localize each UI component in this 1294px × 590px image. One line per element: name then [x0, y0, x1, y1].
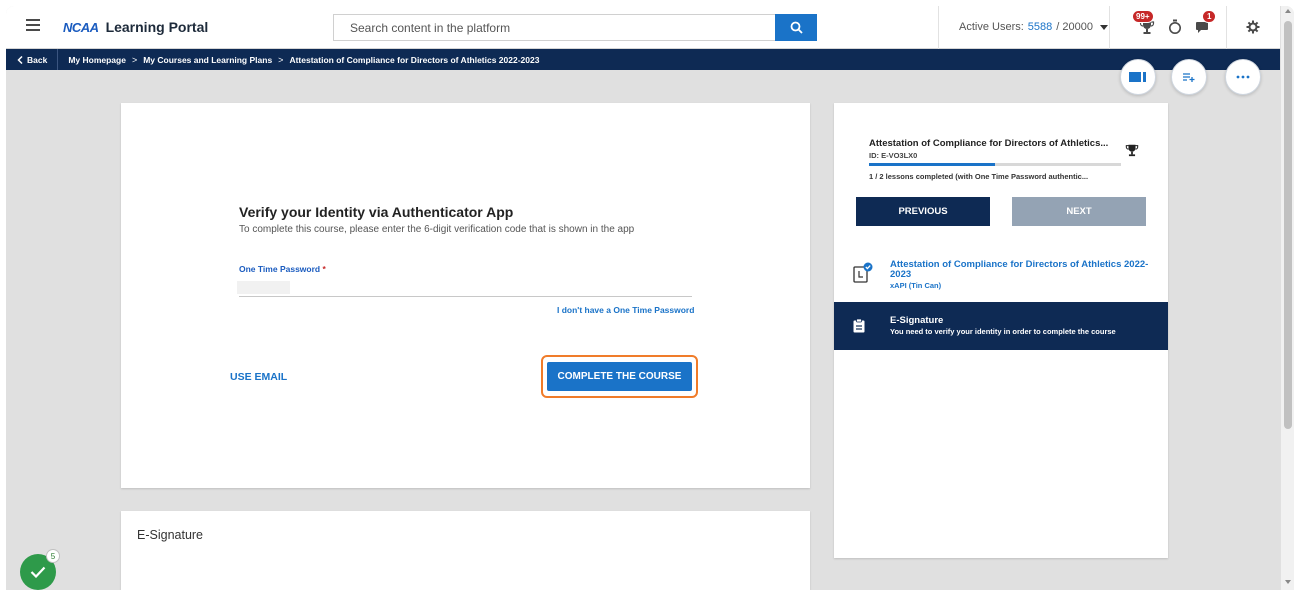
- breadcrumb-separator: >: [278, 54, 284, 65]
- chevron-left-icon: [17, 55, 23, 64]
- timer-icon: [1169, 19, 1181, 34]
- lesson-title: Attestation of Compliance for Directors …: [890, 259, 1149, 280]
- notifications-button[interactable]: 99+: [1132, 10, 1160, 40]
- lesson-title: E-Signature: [890, 315, 944, 326]
- clipboard-icon: [853, 319, 865, 333]
- use-email-button[interactable]: USE EMAIL: [230, 371, 287, 383]
- course-title: Attestation of Compliance for Directors …: [869, 138, 1109, 149]
- otp-value-redacted: [237, 281, 290, 294]
- video-icon: [1129, 72, 1146, 82]
- course-id: ID: E-VO3LX0: [869, 151, 918, 160]
- divider: [938, 6, 939, 49]
- breadcrumb-separator: >: [131, 54, 138, 65]
- lesson-item-active[interactable]: E-Signature You need to verify your iden…: [834, 302, 1168, 350]
- breadcrumb-current-course: Attestation of Compliance for Directors …: [289, 54, 540, 65]
- esignature-title: E-Signature: [137, 528, 204, 542]
- divider: [1226, 6, 1227, 49]
- progress-bar: [869, 163, 1121, 166]
- ncaa-logo: NCAA: [63, 19, 99, 35]
- portal-name: Learning Portal: [105, 19, 209, 35]
- back-label: Back: [27, 54, 48, 65]
- breadcrumb-homepage[interactable]: My Homepage: [68, 55, 126, 65]
- otp-label: One Time Password *: [239, 264, 326, 274]
- active-users-label: Active Users:: [959, 21, 1024, 33]
- lesson-item[interactable]: Attestation of Compliance for Directors …: [834, 250, 1168, 300]
- scroll-down-arrow[interactable]: [1285, 580, 1291, 584]
- playlist-add-icon: [1183, 73, 1195, 82]
- esignature-card: E-Signature: [121, 511, 810, 590]
- trophy-icon: [1125, 144, 1139, 157]
- more-options-button[interactable]: [1225, 59, 1261, 95]
- scroll-up-arrow[interactable]: [1285, 9, 1291, 13]
- breadcrumb-my-courses[interactable]: My Courses and Learning Plans: [143, 55, 272, 65]
- previous-button[interactable]: PREVIOUS: [856, 197, 990, 226]
- video-button[interactable]: [1120, 59, 1156, 95]
- progress-fill: [869, 163, 995, 166]
- messages-badge: 1: [1202, 10, 1217, 23]
- tin-can-completed-icon: [853, 262, 873, 283]
- menu-icon[interactable]: [26, 19, 40, 31]
- active-users-dropdown[interactable]: Active Users: 5588 / 20000: [959, 21, 1108, 33]
- course-side-panel: Attestation of Compliance for Directors …: [834, 103, 1168, 558]
- breadcrumb-bar: Back My Homepage > My Courses and Learni…: [6, 49, 1280, 70]
- otp-label-text: One Time Password: [239, 264, 321, 274]
- verify-title: Verify your Identity via Authenticator A…: [239, 204, 514, 220]
- page-scrollbar[interactable]: [1280, 6, 1294, 590]
- checklist-badge: 5: [46, 549, 60, 563]
- app-window: NCAA Learning Portal Active Users: 5588 …: [6, 6, 1294, 590]
- gear-icon: [1246, 20, 1260, 34]
- brand[interactable]: NCAA Learning Portal: [63, 19, 208, 35]
- scroll-thumb[interactable]: [1284, 21, 1292, 429]
- lesson-type: xAPI (Tin Can): [890, 281, 942, 290]
- top-bar: NCAA Learning Portal Active Users: 5588 …: [6, 6, 1280, 49]
- more-icon: [1236, 75, 1250, 79]
- next-button[interactable]: NEXT: [1012, 197, 1146, 226]
- notifications-badge: 99+: [1132, 10, 1154, 23]
- chevron-down-icon: [1099, 24, 1108, 30]
- search-button[interactable]: [775, 14, 817, 41]
- complete-course-button[interactable]: COMPLETE THE COURSE: [547, 362, 692, 391]
- no-otp-link[interactable]: I don't have a One Time Password: [557, 305, 694, 315]
- active-users-count: 5588: [1027, 21, 1053, 33]
- verification-card: Verify your Identity via Authenticator A…: [121, 103, 810, 488]
- progress-text: 1 / 2 lessons completed (with One Time P…: [869, 172, 1089, 181]
- add-to-playlist-button[interactable]: [1171, 59, 1207, 95]
- otp-input[interactable]: [239, 277, 692, 297]
- search-icon: [790, 21, 803, 34]
- check-icon: [30, 566, 46, 578]
- search-bar: [333, 14, 817, 41]
- active-users-total: / 20000: [1056, 21, 1093, 33]
- search-input[interactable]: [334, 15, 775, 40]
- breadcrumb: My Homepage > My Courses and Learning Pl…: [58, 55, 539, 65]
- verify-subtitle: To complete this course, please enter th…: [239, 224, 635, 235]
- settings-button[interactable]: [1240, 14, 1266, 40]
- back-button[interactable]: Back: [6, 49, 59, 70]
- required-mark: *: [322, 264, 326, 274]
- divider: [1109, 6, 1110, 49]
- tasks-button[interactable]: [1162, 14, 1188, 40]
- messages-button[interactable]: 1: [1190, 10, 1217, 40]
- lesson-subtitle: You need to verify your identity in orde…: [890, 327, 1116, 336]
